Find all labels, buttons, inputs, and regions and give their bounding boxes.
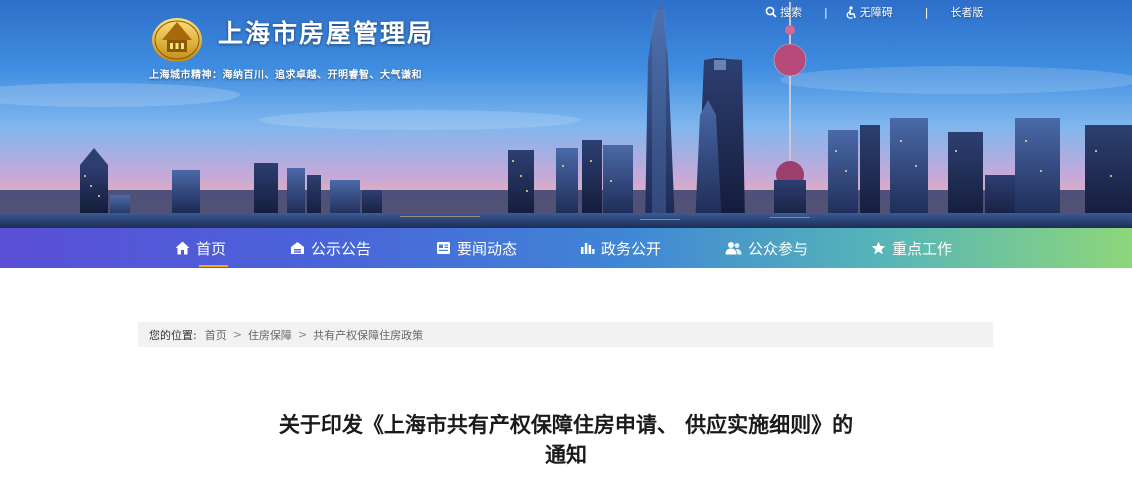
- nav-item-news[interactable]: 要闻动态: [436, 228, 517, 268]
- article-title-line-2: 通知: [545, 443, 587, 467]
- star-icon: [871, 241, 886, 255]
- news-icon: [437, 242, 450, 254]
- search-link-label: 搜索: [780, 6, 802, 19]
- top-links: 搜索 | 无障碍 | 长者版: [765, 3, 983, 21]
- breadcrumb-arrow: >: [232, 328, 242, 341]
- nav-item-label: 首页: [196, 239, 227, 258]
- chart-icon: [581, 243, 595, 254]
- active-nav-indicator: [199, 265, 228, 267]
- header-banner: 上海市房屋管理局 上海城市精神：海纳百川、追求卓越、开明睿智、大气谦和 搜索 |…: [0, 0, 1132, 228]
- nav-item-gov-affairs[interactable]: 政务公开: [580, 228, 661, 268]
- breadcrumb: 您的位置: 首页 > 住房保障 > 共有产权保障住房政策: [138, 322, 993, 347]
- nav-item-label: 重点工作: [892, 239, 953, 258]
- city-spirit-text: 上海城市精神：海纳百川、追求卓越、开明睿智、大气谦和: [149, 70, 422, 81]
- nav-item-home[interactable]: 首页: [175, 228, 226, 268]
- elder-version-label: 长者版: [950, 6, 984, 19]
- breadcrumb-item-home[interactable]: 首页: [205, 327, 227, 343]
- nav-item-key-work[interactable]: 重点工作: [871, 228, 952, 268]
- article-title-line-1: 关于印发《上海市共有产权保障住房申请、 供应实施细则》的: [278, 413, 854, 437]
- search-link[interactable]: 搜索: [765, 4, 802, 20]
- breadcrumb-item-shared-ownership-policy[interactable]: 共有产权保障住房政策: [313, 327, 423, 343]
- link-separator: |: [924, 5, 929, 19]
- nav-item-label: 公示公告: [311, 239, 372, 258]
- notice-icon: [291, 242, 304, 254]
- home-icon: [175, 241, 190, 255]
- breadcrumb-item-housing-security[interactable]: 住房保障: [248, 327, 292, 343]
- article-title: 关于印发《上海市共有产权保障住房申请、 供应实施细则》的 通知: [238, 410, 894, 470]
- accessibility-link[interactable]: 无障碍: [846, 4, 893, 20]
- breadcrumb-prefix: 您的位置:: [149, 328, 197, 342]
- search-icon: [765, 6, 777, 18]
- main-nav: 首页 公示公告 要闻动态 政务公开 公众参与 重点工作: [0, 228, 1132, 268]
- nav-item-label: 要闻动态: [457, 239, 518, 258]
- nav-item-participation[interactable]: 公众参与: [725, 228, 808, 268]
- site-title[interactable]: 上海市房屋管理局: [218, 14, 434, 50]
- breadcrumb-arrow: >: [297, 328, 308, 341]
- bureau-logo[interactable]: [150, 10, 204, 64]
- accessibility-icon: [846, 5, 856, 19]
- elder-version-link[interactable]: 长者版: [950, 4, 983, 20]
- link-separator: |: [824, 5, 828, 19]
- users-icon: [725, 242, 742, 255]
- nav-item-notices[interactable]: 公示公告: [290, 228, 371, 268]
- nav-item-label: 公众参与: [748, 239, 809, 258]
- nav-item-label: 政务公开: [601, 239, 662, 258]
- accessibility-link-label: 无障碍: [859, 6, 893, 19]
